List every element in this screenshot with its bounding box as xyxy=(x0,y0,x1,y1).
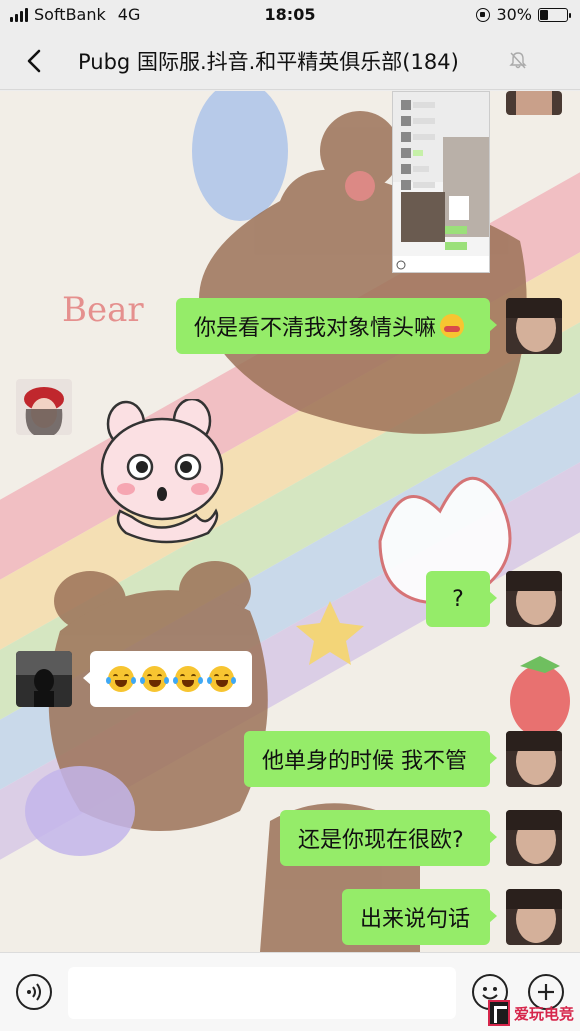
my-avatar[interactable] xyxy=(506,810,562,866)
rotation-lock-icon xyxy=(476,7,491,22)
chat-header: Pubg 国际服.抖音.和平精英俱乐部(184) xyxy=(0,30,580,90)
chat-area[interactable]: Bear 你是看不清我对象情头嘛 ? 他单身的时候 我不管 还是你现在很欧? 出… xyxy=(0,91,580,952)
my-avatar[interactable] xyxy=(506,91,562,115)
my-avatar[interactable] xyxy=(506,571,562,627)
my-avatar[interactable] xyxy=(506,889,562,945)
watermark: 爱玩电竞 xyxy=(488,998,578,1028)
my-avatar[interactable] xyxy=(506,298,562,354)
voice-icon xyxy=(27,983,41,1001)
battery-icon xyxy=(538,7,571,22)
message-bubble[interactable]: 你是看不清我对象情头嘛 xyxy=(176,298,497,354)
battery-fill xyxy=(540,9,548,20)
sticker-message[interactable] xyxy=(96,397,230,549)
battery-percent: 30% xyxy=(496,5,532,24)
flushed-face-icon xyxy=(440,314,465,338)
message-bubble[interactable]: 还是你现在很欧? xyxy=(280,810,497,866)
message-text: 你是看不清我对象情头嘛 xyxy=(194,316,437,341)
emoji-message[interactable] xyxy=(83,651,252,707)
status-right: 30% xyxy=(476,5,571,24)
message-text: 他单身的时候 我不管 xyxy=(262,749,467,774)
tears-of-joy-icon xyxy=(139,666,169,692)
tears-of-joy-icon xyxy=(206,666,236,692)
message-bubble[interactable]: ? xyxy=(426,571,497,627)
sender-avatar-dark[interactable] xyxy=(16,651,72,707)
message-input[interactable] xyxy=(68,967,456,1019)
message-text: ? xyxy=(452,586,464,612)
voice-input-button[interactable] xyxy=(16,974,52,1010)
message-text: 还是你现在很欧? xyxy=(298,828,464,853)
tears-of-joy-icon xyxy=(173,666,203,692)
back-icon[interactable] xyxy=(22,48,48,74)
sender-avatar-girl[interactable] xyxy=(16,379,72,435)
tears-of-joy-icon xyxy=(106,666,136,692)
chat-title[interactable]: Pubg 国际服.抖音.和平精英俱乐部(184) xyxy=(78,46,459,76)
mute-bell-icon xyxy=(509,52,527,69)
screenshot-thumbnail xyxy=(393,92,489,272)
watermark-logo-icon xyxy=(488,1000,510,1026)
status-bar: SoftBank 4G 18:05 30% xyxy=(0,0,580,30)
image-message[interactable] xyxy=(392,91,490,273)
my-avatar[interactable] xyxy=(506,731,562,787)
message-text: 出来说句话 xyxy=(360,907,471,932)
svg-text:Bear: Bear xyxy=(62,290,144,330)
message-bubble[interactable]: 出来说句话 xyxy=(342,889,497,945)
message-bubble[interactable]: 他单身的时候 我不管 xyxy=(244,731,497,787)
watermark-text: 爱玩电竞 xyxy=(514,1004,575,1023)
bunny-sticker xyxy=(100,397,224,544)
